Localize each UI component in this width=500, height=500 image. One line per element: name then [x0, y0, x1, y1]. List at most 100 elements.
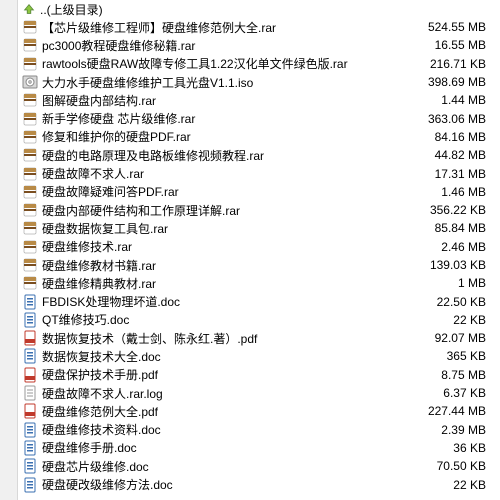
file-name: QT维修技巧.doc: [42, 311, 420, 328]
file-size: 22 KB: [420, 478, 500, 492]
file-name: 硬盘的电路原理及电路板维修视频教程.rar: [42, 147, 420, 164]
file-size: 216.71 KB: [420, 57, 500, 71]
file-row[interactable]: 硬盘保护技术手册.pdf8.75 MB: [18, 366, 500, 384]
file-row[interactable]: 硬盘故障不求人.rar17.31 MB: [18, 164, 500, 182]
file-row[interactable]: 修复和维护你的硬盘PDF.rar84.16 MB: [18, 128, 500, 146]
file-size: 36 KB: [420, 441, 500, 455]
file-size: 398.69 MB: [420, 75, 500, 89]
rar-file-icon: [22, 147, 38, 163]
file-row[interactable]: 硬盘故障不求人.rar.log6.37 KB: [18, 384, 500, 402]
up-arrow-icon: [22, 2, 36, 16]
file-name: 大力水手硬盘维修维护工具光盘V1.1.iso: [42, 74, 420, 91]
file-name: 硬盘维修精典教材.rar: [42, 275, 420, 292]
file-row[interactable]: 硬盘维修手册.doc36 KB: [18, 439, 500, 457]
file-row[interactable]: pc3000教程硬盘维修秘籍.rar16.55 MB: [18, 36, 500, 54]
file-row[interactable]: 硬盘芯片级维修.doc70.50 KB: [18, 457, 500, 475]
file-row[interactable]: 硬盘数据恢复工具包.rar85.84 MB: [18, 219, 500, 237]
file-name: 数据恢复技术（戴士剑、陈永红.著）.pdf: [42, 330, 420, 347]
pdf-file-icon: [22, 330, 38, 346]
rar-file-icon: [22, 37, 38, 53]
file-name: 硬盘维修技术.rar: [42, 238, 420, 255]
file-name: 硬盘硬改级维修方法.doc: [42, 476, 420, 493]
file-row[interactable]: FBDISK处理物理坏道.doc22.50 KB: [18, 292, 500, 310]
file-row[interactable]: 硬盘维修技术.rar2.46 MB: [18, 238, 500, 256]
file-size: 44.82 MB: [420, 148, 500, 162]
file-name: 硬盘维修教材书籍.rar: [42, 257, 420, 274]
rar-file-icon: [22, 56, 38, 72]
file-size: 22.50 KB: [420, 295, 500, 309]
file-row[interactable]: rawtools硬盘RAW故障专修工具1.22汉化单文件绿色版.rar216.7…: [18, 55, 500, 73]
file-size: 1 MB: [420, 276, 500, 290]
doc-file-icon: [22, 312, 38, 328]
file-size: 1.44 MB: [420, 93, 500, 107]
file-name: 硬盘维修手册.doc: [42, 439, 420, 456]
file-row[interactable]: 新手学修硬盘 芯片级维修.rar363.06 MB: [18, 109, 500, 127]
file-name: 硬盘芯片级维修.doc: [42, 458, 420, 475]
file-size: 1.46 MB: [420, 185, 500, 199]
file-row[interactable]: 大力水手硬盘维修维护工具光盘V1.1.iso398.69 MB: [18, 73, 500, 91]
rar-file-icon: [22, 184, 38, 200]
doc-file-icon: [22, 440, 38, 456]
file-row[interactable]: 硬盘维修教材书籍.rar139.03 KB: [18, 256, 500, 274]
file-size: 2.46 MB: [420, 240, 500, 254]
file-row[interactable]: 硬盘维修精典教材.rar1 MB: [18, 274, 500, 292]
file-row[interactable]: 硬盘故障疑难问答PDF.rar1.46 MB: [18, 183, 500, 201]
rar-file-icon: [22, 257, 38, 273]
file-size: 84.16 MB: [420, 130, 500, 144]
file-row[interactable]: 硬盘维修技术资料.doc2.39 MB: [18, 421, 500, 439]
file-row[interactable]: 数据恢复技术大全.doc365 KB: [18, 347, 500, 365]
file-row[interactable]: QT维修技巧.doc22 KB: [18, 311, 500, 329]
file-name: 数据恢复技术大全.doc: [42, 348, 420, 365]
up-directory-row[interactable]: ..(上级目录): [18, 0, 500, 18]
doc-file-icon: [22, 458, 38, 474]
file-row[interactable]: 数据恢复技术（戴士剑、陈永红.著）.pdf92.07 MB: [18, 329, 500, 347]
file-name: pc3000教程硬盘维修秘籍.rar: [42, 37, 420, 54]
rar-file-icon: [22, 129, 38, 145]
doc-file-icon: [22, 422, 38, 438]
rar-file-icon: [22, 111, 38, 127]
file-size: 16.55 MB: [420, 38, 500, 52]
doc-file-icon: [22, 348, 38, 364]
iso-file-icon: [22, 74, 38, 90]
file-size: 365 KB: [420, 349, 500, 363]
file-size: 17.31 MB: [420, 167, 500, 181]
rar-file-icon: [22, 202, 38, 218]
file-size: 8.75 MB: [420, 368, 500, 382]
file-row[interactable]: 硬盘的电路原理及电路板维修视频教程.rar44.82 MB: [18, 146, 500, 164]
file-size: 139.03 KB: [420, 258, 500, 272]
file-name: 硬盘维修范例大全.pdf: [42, 403, 420, 420]
file-name: 修复和维护你的硬盘PDF.rar: [42, 128, 420, 145]
file-row[interactable]: 硬盘内部硬件结构和工作原理详解.rar356.22 KB: [18, 201, 500, 219]
pdf-file-icon: [22, 367, 38, 383]
file-name: 硬盘故障不求人.rar.log: [42, 385, 420, 402]
file-name: 硬盘故障疑难问答PDF.rar: [42, 183, 420, 200]
doc-file-icon: [22, 294, 38, 310]
file-name: 新手学修硬盘 芯片级维修.rar: [42, 110, 420, 127]
up-directory-label: ..(上级目录): [40, 1, 500, 18]
file-size: 92.07 MB: [420, 331, 500, 345]
file-size: 227.44 MB: [420, 404, 500, 418]
file-name: FBDISK处理物理坏道.doc: [42, 293, 420, 310]
file-size: 2.39 MB: [420, 423, 500, 437]
file-size: 356.22 KB: [420, 203, 500, 217]
file-row[interactable]: 硬盘维修范例大全.pdf227.44 MB: [18, 402, 500, 420]
rar-file-icon: [22, 19, 38, 35]
rar-file-icon: [22, 92, 38, 108]
file-size: 70.50 KB: [420, 459, 500, 473]
file-name: 硬盘数据恢复工具包.rar: [42, 220, 420, 237]
file-row[interactable]: 图解硬盘内部结构.rar1.44 MB: [18, 91, 500, 109]
file-row[interactable]: 硬盘硬改级维修方法.doc22 KB: [18, 475, 500, 493]
file-size: 363.06 MB: [420, 112, 500, 126]
file-list: 【芯片级维修工程师】硬盘维修范例大全.rar524.55 MBpc3000教程硬…: [18, 18, 500, 500]
file-name: 硬盘保护技术手册.pdf: [42, 366, 420, 383]
rar-file-icon: [22, 275, 38, 291]
file-name: 【芯片级维修工程师】硬盘维修范例大全.rar: [42, 19, 420, 36]
file-name: rawtools硬盘RAW故障专修工具1.22汉化单文件绿色版.rar: [42, 55, 420, 72]
rar-file-icon: [22, 220, 38, 236]
tree-sidebar: [0, 0, 18, 500]
file-name: 硬盘维修技术资料.doc: [42, 421, 420, 438]
rar-file-icon: [22, 239, 38, 255]
file-size: 524.55 MB: [420, 20, 500, 34]
file-row[interactable]: 【芯片级维修工程师】硬盘维修范例大全.rar524.55 MB: [18, 18, 500, 36]
rar-file-icon: [22, 166, 38, 182]
